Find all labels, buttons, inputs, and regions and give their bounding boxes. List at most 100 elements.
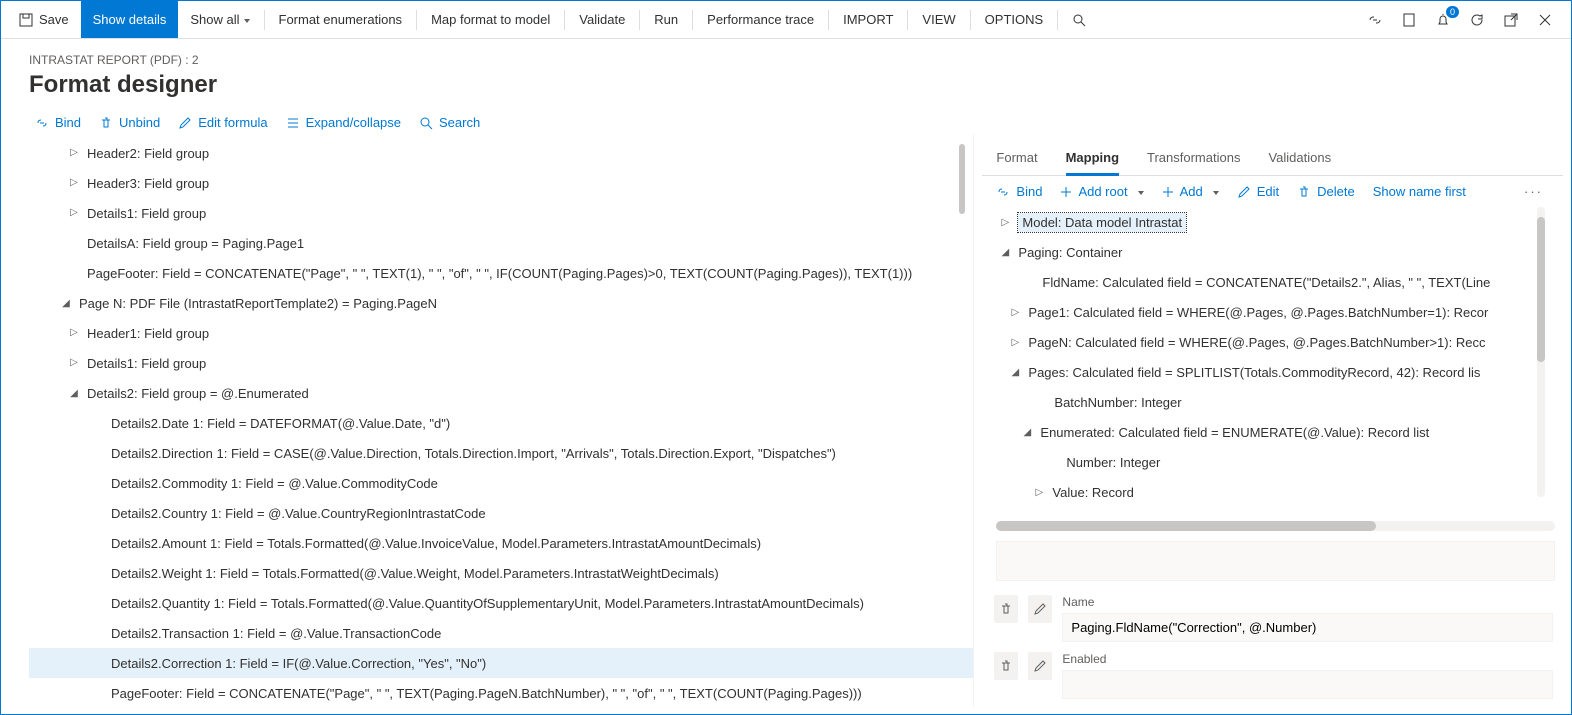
mapping-node[interactable]: ◢Pages: Calculated field = SPLITLIST(Tot…: [988, 357, 1551, 387]
mapping-node[interactable]: ▷Model: Data model Intrastat: [988, 207, 1551, 237]
tab-transformations[interactable]: Transformations: [1147, 142, 1240, 175]
caret-right-icon[interactable]: ▷: [1008, 307, 1022, 318]
delete-action[interactable]: Delete: [1297, 184, 1355, 199]
tree-node[interactable]: Details2.Date 1: Field = DATEFORMAT(@.Va…: [29, 408, 973, 438]
run-button[interactable]: Run: [642, 1, 690, 38]
mapping-node[interactable]: ▷Page1: Calculated field = WHERE(@.Pages…: [988, 297, 1551, 327]
caret-down-icon[interactable]: ◢: [998, 247, 1012, 258]
popout-icon[interactable]: [1501, 10, 1521, 30]
show-all-button[interactable]: Show all: [178, 1, 261, 38]
add-action[interactable]: Add: [1162, 184, 1219, 199]
caret-down-icon[interactable]: ◢: [1020, 427, 1034, 438]
office-icon[interactable]: [1399, 10, 1419, 30]
add-root-action[interactable]: Add root: [1060, 184, 1143, 199]
search-button[interactable]: [1060, 1, 1098, 38]
mapping-tree[interactable]: ▷Model: Data model Intrastat◢Paging: Con…: [988, 207, 1563, 517]
delete-prop-button[interactable]: [994, 595, 1018, 623]
map-format-button[interactable]: Map format to model: [419, 1, 562, 38]
mapping-node[interactable]: ▷PageN: Calculated field = WHERE(@.Pages…: [988, 327, 1551, 357]
bind-action[interactable]: Bind: [35, 115, 81, 130]
caret-down-icon[interactable]: ◢: [1008, 367, 1022, 378]
mapping-node[interactable]: FldName: Calculated field = CONCATENATE(…: [988, 267, 1551, 297]
caret-right-icon[interactable]: ▷: [1008, 337, 1022, 348]
tree-node[interactable]: PageFooter: Field = CONCATENATE("Page", …: [29, 258, 973, 288]
mapping-node[interactable]: BatchNumber: Integer: [988, 387, 1551, 417]
node-label: Header2: Field group: [87, 146, 209, 161]
format-enumerations-button[interactable]: Format enumerations: [267, 1, 415, 38]
show-details-button[interactable]: Show details: [81, 1, 179, 38]
node-label: Number: Integer: [1066, 455, 1160, 470]
options-menu[interactable]: OPTIONS: [973, 1, 1056, 38]
caret-right-icon[interactable]: ▷: [67, 147, 81, 158]
close-icon[interactable]: [1535, 10, 1555, 30]
caret-down-icon[interactable]: ◢: [67, 388, 81, 399]
enabled-input[interactable]: [1062, 670, 1553, 699]
tree-node[interactable]: Details2.Direction 1: Field = CASE(@.Val…: [29, 438, 973, 468]
tree-node[interactable]: PageFooter: Field = CONCATENATE("Page", …: [29, 678, 973, 707]
node-label: Value: Record: [1052, 485, 1133, 500]
divider: [1057, 10, 1058, 30]
validate-button[interactable]: Validate: [567, 1, 637, 38]
mapping-node[interactable]: ▷ Value: Record: [988, 477, 1551, 507]
caret-right-icon[interactable]: ▷: [1032, 487, 1046, 498]
tree-node[interactable]: ▷Header1: Field group: [29, 318, 973, 348]
tree-node[interactable]: ▷Header3: Field group: [29, 168, 973, 198]
tree-node[interactable]: ◢ Page N: PDF File (IntrastatReportTempla…: [29, 288, 973, 318]
save-button[interactable]: Save: [7, 1, 81, 38]
show-name-first-action[interactable]: Show name first: [1373, 184, 1466, 199]
link-icon: [35, 116, 49, 130]
mapping-node[interactable]: Number: Integer: [988, 447, 1551, 477]
vertical-scrollbar[interactable]: [1537, 207, 1545, 497]
refresh-icon[interactable]: [1467, 10, 1487, 30]
list-icon: [286, 116, 300, 130]
caret-right-icon[interactable]: ▷: [67, 327, 81, 338]
tree-node[interactable]: ▷Details1: Field group: [29, 348, 973, 378]
edit-prop-button[interactable]: [1028, 595, 1052, 623]
scrollbar-thumb[interactable]: [1537, 217, 1545, 362]
tree-node[interactable]: Details2.Amount 1: Field = Totals.Format…: [29, 528, 973, 558]
scrollbar-thumb[interactable]: [996, 521, 1376, 531]
tab-format[interactable]: Format: [996, 142, 1037, 175]
tab-validations[interactable]: Validations: [1268, 142, 1331, 175]
view-menu[interactable]: VIEW: [910, 1, 967, 38]
caret-right-icon[interactable]: ▷: [67, 177, 81, 188]
caret-right-icon[interactable]: ▷: [67, 357, 81, 368]
tree-node[interactable]: Details2.Weight 1: Field = Totals.Format…: [29, 558, 973, 588]
caret-right-icon[interactable]: ▷: [998, 217, 1012, 228]
tree-node[interactable]: ▷ Header2: Field group: [29, 138, 973, 168]
edit-action[interactable]: Edit: [1237, 184, 1279, 199]
format-tree[interactable]: ▷ Header2: Field group ▷Header3: Field gro…: [29, 138, 973, 707]
tree-node[interactable]: Details2.Country 1: Field = @.Value.Coun…: [29, 498, 973, 528]
tree-node[interactable]: ▷ Details1: Field group: [29, 198, 973, 228]
expand-collapse-action[interactable]: Expand/collapse: [286, 115, 401, 130]
name-input[interactable]: [1062, 613, 1553, 642]
caret-right-icon[interactable]: ▷: [67, 207, 81, 218]
horizontal-scrollbar[interactable]: [996, 521, 1555, 531]
edit-prop-button[interactable]: [1028, 652, 1052, 680]
tree-node[interactable]: Details2.Correction 1: Field = IF(@.Valu…: [29, 648, 973, 678]
unbind-action[interactable]: Unbind: [99, 115, 160, 130]
more-icon[interactable]: ···: [1524, 184, 1549, 199]
delete-prop-button[interactable]: [994, 652, 1018, 680]
tree-node[interactable]: Details2.Quantity 1: Field = Totals.Form…: [29, 588, 973, 618]
tree-node[interactable]: ◢Details2: Field group = @.Enumerated: [29, 378, 973, 408]
performance-trace-button[interactable]: Performance trace: [695, 1, 826, 38]
mapping-bind-action[interactable]: Bind: [996, 184, 1042, 199]
tree-node[interactable]: Details2.Transaction 1: Field = @.Value.…: [29, 618, 973, 648]
search-action[interactable]: Search: [419, 115, 480, 130]
scrollbar-thumb[interactable]: [959, 144, 965, 214]
link-icon[interactable]: [1365, 10, 1385, 30]
mapping-tree-panel: ▷Model: Data model Intrastat◢Paging: Con…: [982, 207, 1563, 707]
mapping-node[interactable]: ◢Enumerated: Calculated field = ENUMERAT…: [988, 417, 1551, 447]
import-menu[interactable]: IMPORT: [831, 1, 905, 38]
node-label: Details1: Field group: [87, 206, 206, 221]
tree-node[interactable]: Details2.Commodity 1: Field = @.Value.Co…: [29, 468, 973, 498]
caret-down-icon[interactable]: ◢: [59, 298, 73, 309]
mapping-node[interactable]: ◢Paging: Container: [988, 237, 1551, 267]
tab-mapping[interactable]: Mapping: [1066, 142, 1119, 176]
node-label: Page N: PDF File (IntrastatReportTemplat…: [79, 296, 437, 311]
edit-formula-action[interactable]: Edit formula: [178, 115, 267, 130]
notification-icon[interactable]: 0: [1433, 10, 1453, 30]
tree-node[interactable]: DetailsA: Field group = Paging.Page1: [29, 228, 973, 258]
node-label: Details2.Direction 1: Field = CASE(@.Val…: [111, 446, 836, 461]
